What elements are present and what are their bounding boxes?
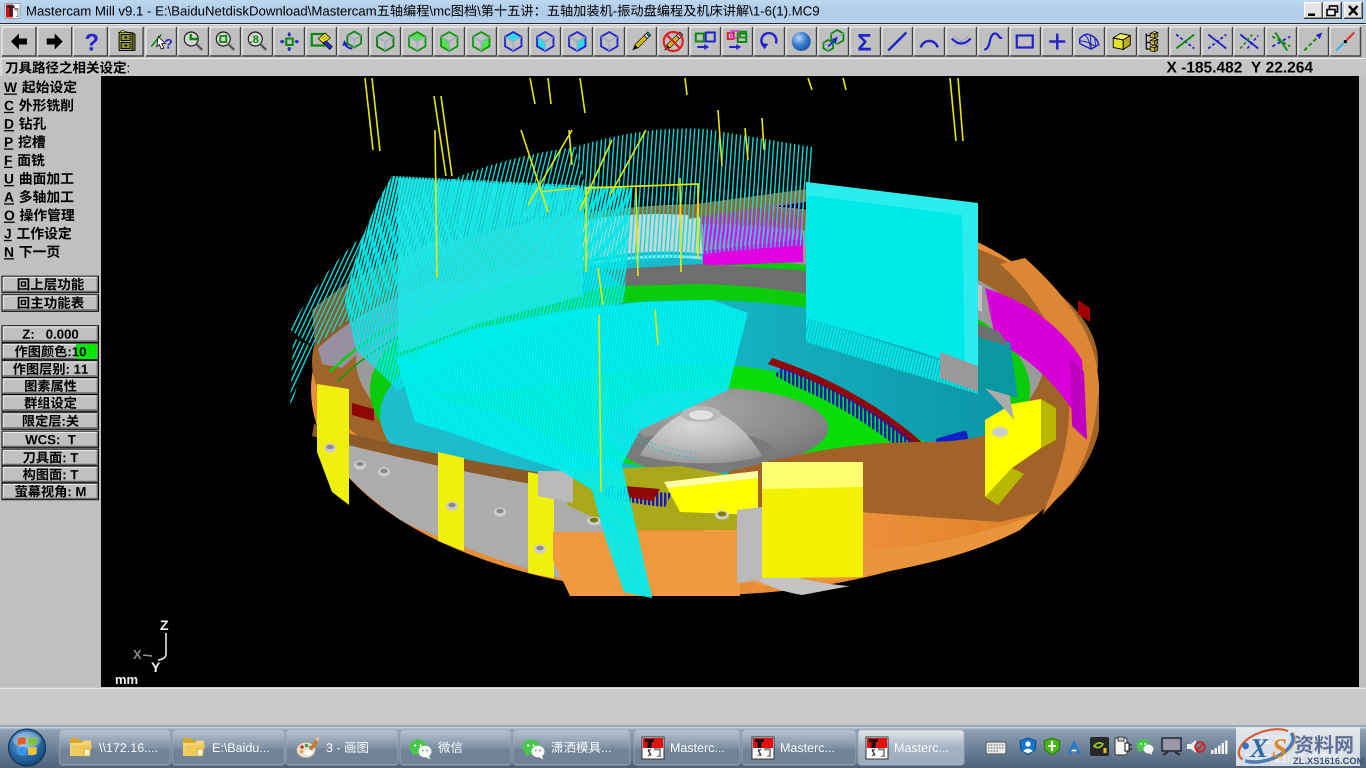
svg-text:.8: .8	[250, 34, 259, 46]
svg-text:Z: Z	[160, 617, 169, 633]
svg-text:?: ?	[164, 36, 173, 52]
svg-text:Y: Y	[151, 659, 161, 675]
svg-text:X: X	[133, 647, 142, 662]
svg-text:mm: mm	[115, 672, 138, 687]
